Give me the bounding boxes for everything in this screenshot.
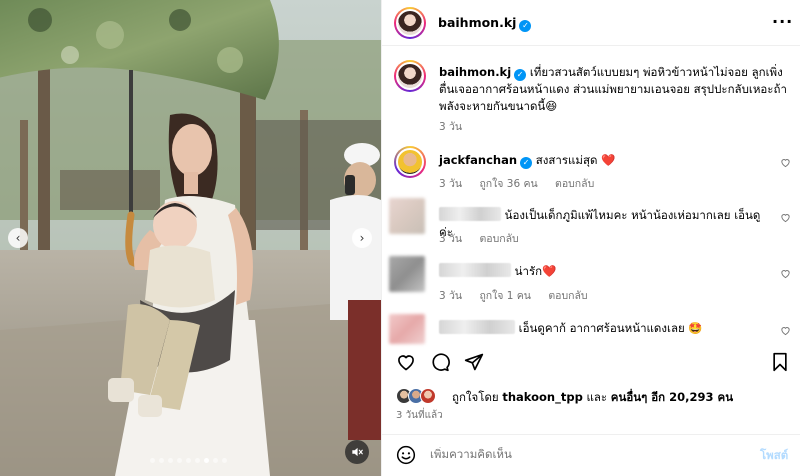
heart-emoji: ❤️	[601, 153, 616, 167]
comment-body: น่ารัก	[514, 264, 543, 278]
carousel-dot	[159, 458, 164, 463]
carousel-dot	[177, 458, 182, 463]
comment-icon[interactable]	[430, 352, 450, 372]
blurred-username	[439, 320, 515, 334]
post-comment-button[interactable]: โพสต์	[760, 447, 788, 465]
post-caption: baihmon.kj ✓ เที่ยวสวนสัตว์แบบยมๆ พ่อหิวข…	[439, 64, 789, 115]
comment-avatar[interactable]	[389, 314, 425, 344]
emoji-icon[interactable]	[396, 445, 416, 465]
liker-avatar	[420, 388, 436, 404]
post-header: baihmon.kj ✓ ···	[382, 0, 800, 46]
comment-avatar[interactable]	[389, 256, 425, 292]
carousel-indicator	[150, 458, 227, 463]
share-icon[interactable]	[464, 352, 484, 372]
likes-prefix: ถูกใจโดย	[452, 390, 499, 404]
header-username-link[interactable]: baihmon.kj	[438, 15, 516, 30]
carousel-dot	[186, 458, 191, 463]
carousel-dot	[204, 458, 209, 463]
caption-avatar[interactable]	[394, 60, 426, 92]
reply-button[interactable]: ตอบกลับ	[479, 233, 518, 245]
reply-button[interactable]: ตอบกลับ	[548, 290, 587, 302]
caption-meta: 3 วัน	[439, 118, 476, 135]
heart-emoji: ❤️	[542, 264, 557, 278]
comment-time[interactable]: 3 วัน	[439, 290, 462, 302]
blurred-username	[439, 207, 501, 221]
caption-time[interactable]: 3 วัน	[439, 121, 462, 133]
blurred-username	[439, 263, 511, 277]
mute-button[interactable]	[345, 440, 369, 464]
likes-others-link[interactable]: คนอื่นๆ อีก 20,293 คน	[611, 390, 733, 404]
post-side-panel: baihmon.kj ✓ ··· baihmon.kj ✓ เที่ยวสวนสัต…	[381, 0, 800, 476]
comment-avatar[interactable]	[394, 146, 426, 178]
comment-like-heart-icon[interactable]	[780, 325, 791, 336]
emoji: 🤩	[688, 321, 703, 335]
comment-meta: 3 วัน ถูกใจ 36 คน ตอบกลับ	[439, 175, 608, 192]
comment-avatar[interactable]	[389, 198, 425, 234]
carousel-dot	[195, 458, 200, 463]
likes-text: ถูกใจโดย thakoon_tpp และ คนอื่นๆ อีก 20,…	[452, 389, 733, 407]
verified-badge-icon: ✓	[514, 69, 527, 81]
verified-badge-icon: ✓	[519, 20, 532, 32]
comment-like-heart-icon[interactable]	[780, 212, 791, 223]
liker-username[interactable]: thakoon_tpp	[502, 390, 582, 404]
comment-like-heart-icon[interactable]	[780, 268, 791, 279]
comment-body: สงสารแม่สุด	[535, 153, 598, 167]
post-actions	[382, 350, 800, 378]
post-media[interactable]: ‹ ›	[0, 0, 381, 476]
verified-badge-icon: ✓	[520, 157, 533, 169]
author-avatar[interactable]	[394, 7, 426, 39]
comment-item: น่ารัก❤️	[439, 263, 769, 280]
comment-item: jackfanchan ✓ สงสารแม่สุด ❤️	[439, 152, 769, 169]
likes-middle: และ	[586, 390, 608, 404]
comment-like-heart-icon[interactable]	[780, 157, 791, 168]
chevron-right-icon: ›	[359, 231, 365, 245]
caption-username[interactable]: baihmon.kj	[439, 65, 511, 79]
carousel-dot	[222, 458, 227, 463]
comment-meta: 3 วัน ถูกใจ 1 คน ตอบกลับ	[439, 287, 602, 304]
carousel-dot	[150, 458, 155, 463]
comment-likes[interactable]: ถูกใจ 36 คน	[479, 178, 537, 190]
post-photo	[0, 0, 381, 476]
reply-button[interactable]: ตอบกลับ	[555, 178, 594, 190]
comment-time[interactable]: 3 วัน	[439, 178, 462, 190]
bookmark-icon[interactable]	[771, 352, 789, 372]
carousel-next-button[interactable]: ›	[352, 228, 372, 248]
comment-likes[interactable]: ถูกใจ 1 คน	[479, 290, 531, 302]
comment-input[interactable]	[430, 447, 730, 461]
header-username[interactable]: baihmon.kj ✓	[438, 15, 532, 32]
heart-icon[interactable]	[396, 352, 416, 372]
post-timestamp[interactable]: 3 วันที่แล้ว	[396, 408, 443, 423]
add-comment-bar: โพสต์	[382, 434, 800, 476]
carousel-dot	[213, 458, 218, 463]
carousel-prev-button[interactable]: ‹	[8, 228, 28, 248]
more-options-icon[interactable]: ···	[772, 12, 793, 31]
comment-username[interactable]: jackfanchan	[439, 153, 517, 167]
comment-body: เอ็นดูคาก้ อากาศร้อนหน้าแดงเลย	[518, 321, 685, 335]
comment-meta: 3 วัน ตอบกลับ	[439, 230, 533, 247]
comment-time[interactable]: 3 วัน	[439, 233, 462, 245]
carousel-dot	[168, 458, 173, 463]
mute-icon	[352, 447, 363, 457]
comment-item: เอ็นดูคาก้ อากาศร้อนหน้าแดงเลย 🤩	[439, 320, 769, 337]
chevron-left-icon: ‹	[15, 231, 21, 245]
